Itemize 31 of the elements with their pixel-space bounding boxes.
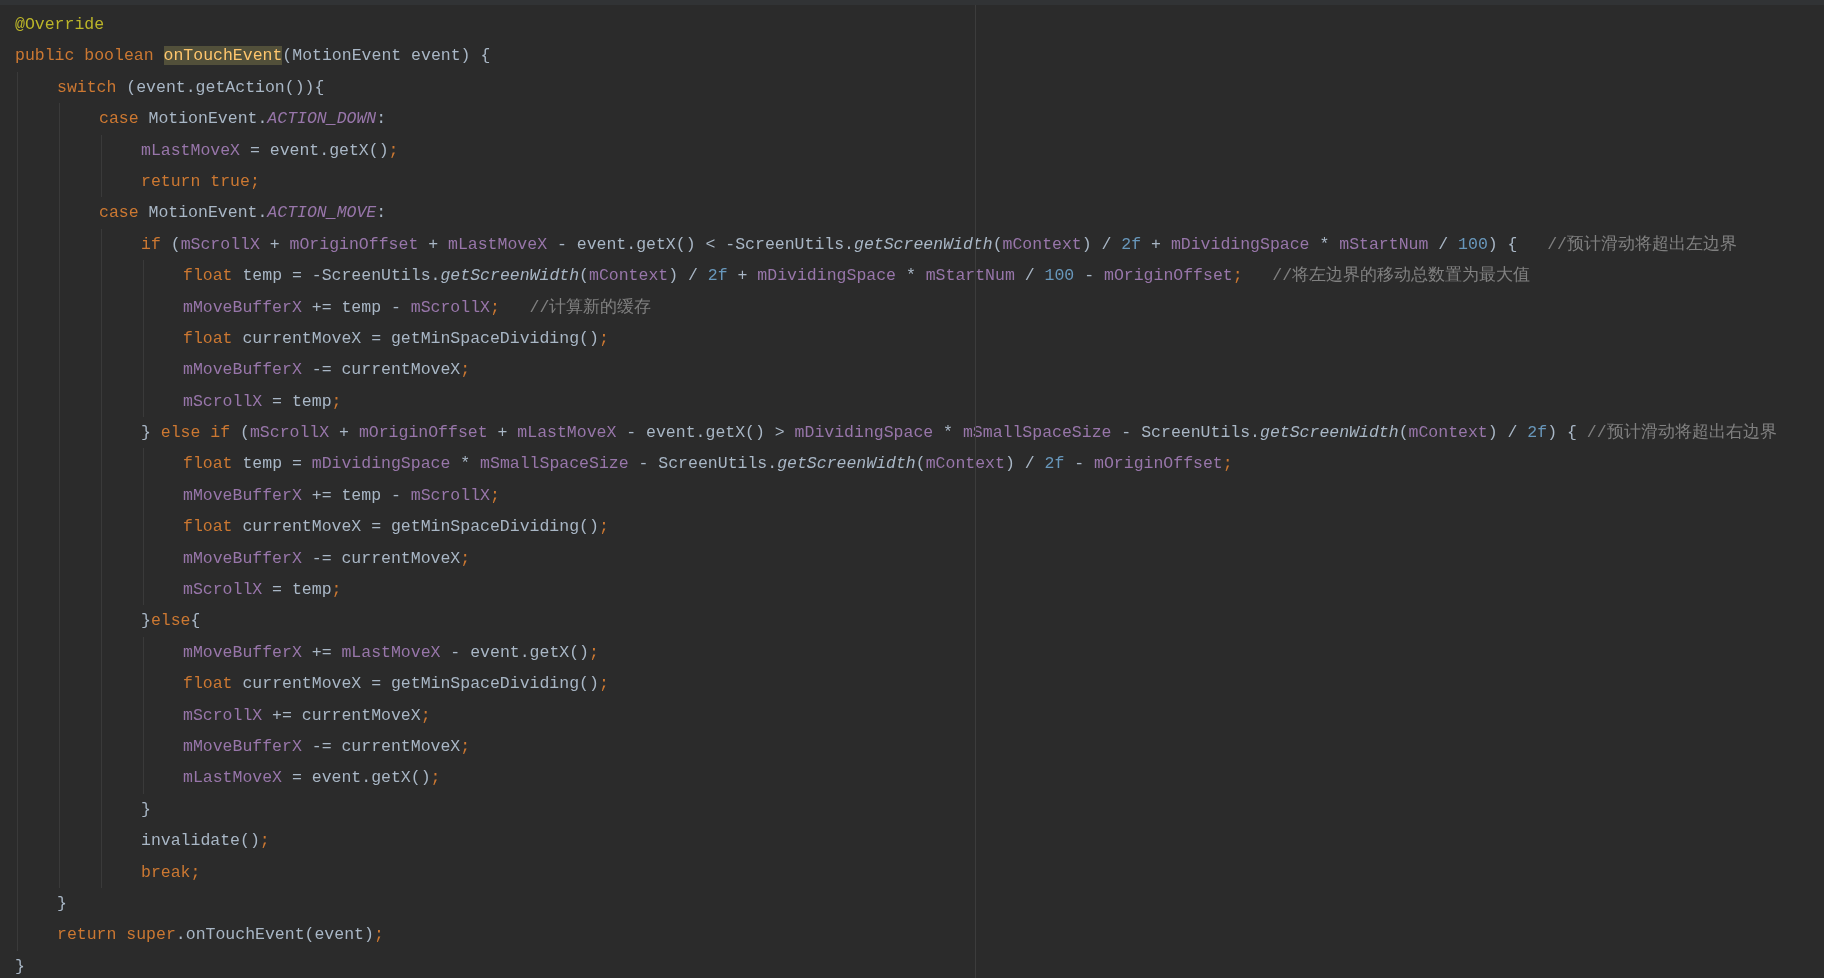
code-line: float temp = -ScreenUtils.getScreenWidth(mContext) / 2f + mDividingSpace * mStartNum / 100 - mOriginOffset; //将左边界的移动总数置为最大值	[183, 265, 1531, 288]
code-line: case MotionEvent.ACTION_DOWN:	[99, 108, 387, 131]
code-line: public boolean onTouchEvent(MotionEvent event) {	[15, 45, 491, 68]
code-line: mLastMoveX = event.getX();	[141, 139, 399, 162]
code-line: mScrollX = temp;	[183, 579, 342, 602]
code-line: @Override	[15, 14, 105, 36]
code-line: break;	[141, 861, 201, 884]
code-line: mMoveBufferX -= currentMoveX;	[183, 547, 471, 570]
code-line: invalidate();	[141, 830, 270, 853]
code-line: if (mScrollX + mOriginOffset + mLastMoveX - event.getX() < -ScreenUtils.getScreenWidth(mContext) / 2f + mDividingSpace * mStartNum / 100) { //预计滑动将超出左边界	[141, 233, 1738, 256]
code-line: mMoveBufferX -= currentMoveX;	[183, 736, 471, 758]
code-line: return true;	[141, 170, 260, 193]
code-line: }	[57, 892, 67, 915]
code-line: return super.onTouchEvent(event);	[57, 924, 384, 947]
code-line: }	[15, 955, 25, 978]
code-line: }else{	[141, 610, 201, 633]
code-line: float temp = mDividingSpace * mSmallSpaceSize - ScreenUtils.getScreenWidth(mContext) / 2f - mOriginOffset;	[183, 453, 1233, 476]
code-line: mLastMoveX = event.getX();	[183, 767, 441, 790]
code-line: }	[141, 798, 151, 821]
code-line: float currentMoveX = getMinSpaceDividing();	[183, 516, 609, 539]
code-line: mScrollX += currentMoveX;	[183, 704, 431, 727]
code-line: mMoveBufferX += temp - mScrollX;	[183, 484, 500, 507]
code-line: float currentMoveX = getMinSpaceDividing();	[183, 673, 609, 696]
code-line: mMoveBufferX -= currentMoveX;	[183, 359, 471, 382]
code-line: } else if (mScrollX + mOriginOffset + mLastMoveX - event.getX() > mDividingSpace * mSmallSpaceSize - ScreenUtils.getScreenWidth(mContext) / 2f) { //预计滑动将超出右边界	[141, 422, 1777, 445]
code-line: mMoveBufferX += mLastMoveX - event.getX();	[183, 641, 599, 664]
code-line: case MotionEvent.ACTION_MOVE:	[99, 202, 387, 225]
code-line: mScrollX = temp;	[183, 390, 342, 413]
code-line: switch (event.getAction()){	[57, 76, 325, 99]
code-line: mMoveBufferX += temp - mScrollX; //计算新的缓存	[183, 296, 652, 319]
code-line: float currentMoveX = getMinSpaceDividing();	[183, 327, 609, 350]
